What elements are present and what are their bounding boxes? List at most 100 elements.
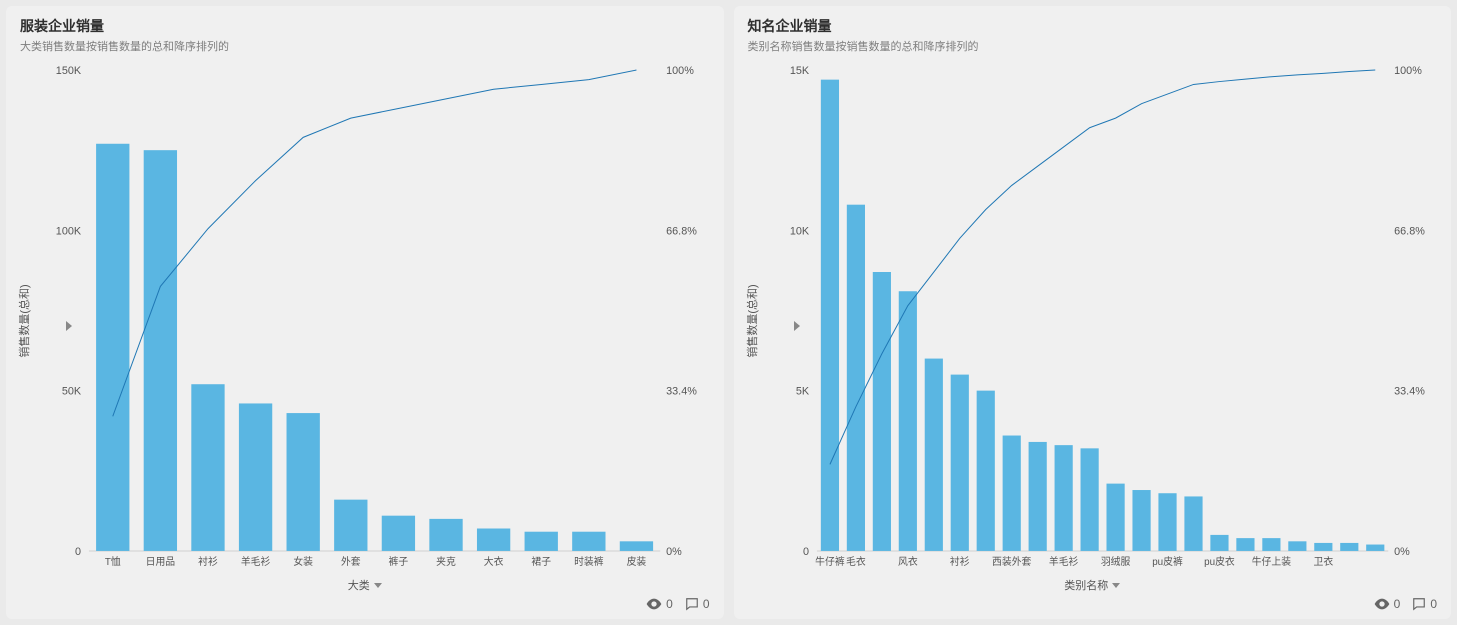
svg-text:0%: 0%	[666, 546, 682, 558]
bar[interactable]	[429, 519, 462, 551]
svg-text:女装: 女装	[293, 555, 313, 568]
svg-text:毛衣: 毛衣	[846, 555, 866, 568]
svg-text:裤子: 裤子	[389, 555, 409, 568]
bar[interactable]	[382, 516, 415, 551]
bar[interactable]	[191, 384, 224, 551]
svg-text:100%: 100%	[1394, 65, 1422, 77]
bar[interactable]	[525, 532, 558, 551]
y-axis-label: 销售数量(总和)	[16, 284, 32, 357]
comment-icon	[1412, 597, 1426, 611]
views-count: 0	[666, 597, 673, 611]
chart-title: 服装企业销量	[20, 16, 710, 36]
svg-text:西装外套: 西装外套	[992, 555, 1031, 568]
svg-text:10K: 10K	[789, 225, 809, 237]
svg-text:牛仔上装: 牛仔上装	[1251, 555, 1290, 568]
chart-plot-right: 销售数量(总和) 05K10K15K0%33.4%66.8%100%牛仔裤毛衣风…	[748, 60, 1438, 581]
svg-text:0: 0	[75, 546, 81, 558]
bar[interactable]	[334, 500, 367, 551]
views-counter[interactable]: 0	[646, 597, 673, 611]
bar[interactable]	[1236, 538, 1254, 551]
chart-card-left: 服装企业销量 大类销售数量按销售数量的总和降序排列的 销售数量(总和) 0 50K…	[6, 6, 724, 619]
svg-text:33.4%: 33.4%	[1394, 386, 1425, 398]
svg-text:15K: 15K	[789, 65, 809, 77]
svg-text:衬衫: 衬衫	[198, 555, 218, 568]
bar[interactable]	[976, 391, 994, 551]
chart-subtitle: 类别名称销售数量按销售数量的总和降序排列的	[748, 38, 1438, 54]
comment-icon	[685, 597, 699, 611]
svg-text:50K: 50K	[62, 386, 82, 398]
bar[interactable]	[1340, 543, 1358, 551]
svg-text:0%: 0%	[1394, 546, 1410, 558]
svg-text:33.4%: 33.4%	[666, 386, 697, 398]
bar[interactable]	[1080, 448, 1098, 551]
bar[interactable]	[898, 291, 916, 551]
bar[interactable]	[1210, 535, 1228, 551]
svg-text:羊毛衫: 羊毛衫	[1048, 555, 1078, 568]
eye-icon	[1374, 598, 1390, 610]
bar[interactable]	[1314, 543, 1332, 551]
svg-text:夹克: 夹克	[436, 555, 456, 568]
drilldown-caret-icon[interactable]	[66, 321, 72, 331]
chart-card-right: 知名企业销量 类别名称销售数量按销售数量的总和降序排列的 销售数量(总和) 0 5…	[734, 6, 1452, 619]
bar[interactable]	[239, 403, 272, 550]
bar[interactable]	[144, 150, 177, 551]
svg-text:裙子: 裙子	[531, 555, 551, 568]
chart-plot-left: 销售数量(总和) 050K100K150K0%33.4%66.8%100%T恤日…	[20, 60, 710, 581]
svg-text:风衣: 风衣	[898, 555, 918, 568]
bar[interactable]	[572, 532, 605, 551]
bar[interactable]	[950, 375, 968, 551]
bar[interactable]	[1288, 541, 1306, 551]
bar[interactable]	[477, 528, 510, 550]
card-footer: 0 0	[20, 593, 710, 611]
svg-text:卫衣: 卫衣	[1313, 555, 1333, 568]
bar[interactable]	[1054, 445, 1072, 551]
svg-text:66.8%: 66.8%	[666, 225, 697, 237]
svg-text:皮装: 皮装	[627, 555, 647, 568]
bar[interactable]	[1366, 545, 1384, 551]
comments-count: 0	[1430, 597, 1437, 611]
cumulative-line	[113, 70, 637, 416]
bar[interactable]	[1184, 496, 1202, 551]
chevron-down-icon	[374, 583, 382, 588]
chevron-down-icon	[1112, 583, 1120, 588]
svg-text:衬衫: 衬衫	[949, 555, 969, 568]
card-footer: 0 0	[748, 593, 1438, 611]
comments-count: 0	[703, 597, 710, 611]
comments-counter[interactable]: 0	[1412, 597, 1437, 611]
bar[interactable]	[1262, 538, 1280, 551]
svg-text:100%: 100%	[666, 65, 694, 77]
bar[interactable]	[1106, 484, 1124, 551]
svg-text:pu皮裤: pu皮裤	[1152, 555, 1183, 568]
drilldown-caret-icon[interactable]	[794, 321, 800, 331]
chart-title: 知名企业销量	[748, 16, 1438, 36]
chart-subtitle: 大类销售数量按销售数量的总和降序排列的	[20, 38, 710, 54]
bar[interactable]	[924, 359, 942, 551]
bar[interactable]	[96, 144, 129, 551]
bar[interactable]	[287, 413, 320, 551]
views-count: 0	[1394, 597, 1401, 611]
views-counter[interactable]: 0	[1374, 597, 1401, 611]
svg-text:100K: 100K	[56, 225, 82, 237]
y-axis-label: 销售数量(总和)	[744, 284, 760, 357]
bar[interactable]	[872, 272, 890, 551]
bar[interactable]	[1132, 490, 1150, 551]
bar[interactable]	[1028, 442, 1046, 551]
svg-text:大衣: 大衣	[484, 555, 504, 568]
svg-text:5K: 5K	[795, 386, 809, 398]
svg-text:羊毛衫: 羊毛衫	[241, 555, 271, 568]
bar[interactable]	[620, 541, 653, 551]
svg-text:150K: 150K	[56, 65, 82, 77]
bar[interactable]	[820, 80, 838, 551]
bar[interactable]	[846, 205, 864, 551]
comments-counter[interactable]: 0	[685, 597, 710, 611]
svg-text:T恤: T恤	[105, 555, 121, 568]
svg-text:牛仔裤: 牛仔裤	[815, 555, 845, 568]
svg-text:pu皮衣: pu皮衣	[1204, 555, 1235, 568]
bar[interactable]	[1002, 436, 1020, 551]
svg-text:日用品: 日用品	[146, 556, 176, 568]
svg-text:66.8%: 66.8%	[1394, 225, 1425, 237]
svg-text:羽绒服: 羽绒服	[1100, 555, 1130, 568]
svg-text:0: 0	[803, 546, 809, 558]
svg-text:外套: 外套	[341, 555, 361, 568]
bar[interactable]	[1158, 493, 1176, 551]
